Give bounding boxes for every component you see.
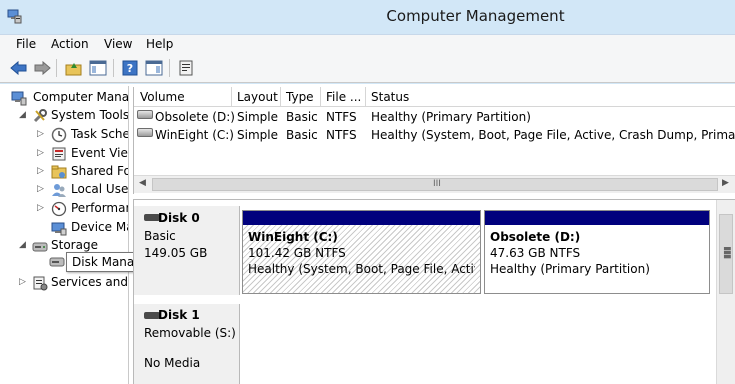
main-content: Computer Manag ◢ System Tools ▷ Task Sch…	[0, 84, 735, 384]
horizontal-scrollbar[interactable]: ◀ III ▶	[134, 175, 735, 193]
storage-icon	[32, 238, 48, 254]
users-icon	[51, 182, 67, 198]
forward-arrow-icon[interactable]	[32, 58, 52, 78]
help-icon[interactable]: ?	[120, 58, 140, 78]
performance-icon	[51, 201, 67, 217]
tree-item-system-tools[interactable]: ◢ System Tools	[5, 107, 128, 125]
volume-list: Volume Layout Type File ... Status Obsol…	[133, 87, 735, 194]
services-icon	[32, 275, 48, 291]
computer-icon	[11, 90, 27, 106]
collapsed-arrow-icon[interactable]: ▷	[19, 277, 29, 287]
column-layout[interactable]: Layout	[237, 90, 278, 104]
column-status[interactable]: Status	[371, 90, 409, 104]
disk-layout-area: Disk 0 Basic 149.05 GB WinEight (C:) 101…	[133, 199, 735, 384]
device-manager-icon	[51, 220, 67, 236]
partition-c[interactable]: WinEight (C:) 101.42 GB NTFS Healthy (Sy…	[242, 210, 481, 294]
collapsed-arrow-icon[interactable]: ▷	[37, 148, 47, 158]
disk-1-label[interactable]: Disk 1 Removable (S:) No Media	[134, 304, 240, 384]
clock-icon	[51, 127, 67, 143]
partition-bar	[485, 211, 709, 225]
volume-list-header: Volume Layout Type File ... Status	[134, 87, 735, 107]
table-row[interactable]: WinEight (C:) Simple Basic NTFS Healthy …	[134, 127, 735, 144]
column-type[interactable]: Type	[286, 90, 314, 104]
tree-item-task-scheduler[interactable]: ▷ Task Sche	[5, 126, 128, 144]
drive-icon	[137, 110, 153, 119]
menu-action[interactable]: Action	[51, 37, 89, 51]
back-arrow-icon[interactable]	[9, 58, 29, 78]
collapsed-arrow-icon[interactable]: ▷	[37, 129, 47, 139]
show-hide-action-pane-icon[interactable]	[144, 58, 164, 78]
collapsed-arrow-icon[interactable]: ▷	[37, 203, 47, 213]
tree-item-local-users[interactable]: ▷ Local User	[5, 181, 128, 199]
properties-icon[interactable]	[176, 58, 196, 78]
collapsed-arrow-icon[interactable]: ▷	[37, 184, 47, 194]
column-volume[interactable]: Volume	[140, 90, 185, 104]
svg-text:?: ?	[127, 62, 133, 75]
show-hide-tree-icon[interactable]	[88, 58, 108, 78]
tree-item-event-viewer[interactable]: ▷ Event View	[5, 145, 128, 163]
partition-bar	[243, 211, 480, 225]
tree-item-shared-folders[interactable]: ▷ Shared Fo	[5, 163, 128, 181]
shared-folder-icon	[51, 164, 67, 180]
disk-management-icon[interactable]	[49, 253, 65, 269]
navigation-tree: Computer Manag ◢ System Tools ▷ Task Sch…	[5, 86, 129, 384]
window-title: Computer Management	[386, 7, 565, 25]
table-row[interactable]: Obsolete (D:) Simple Basic NTFS Healthy …	[134, 109, 735, 126]
scrollbar-thumb[interactable]: ▬ ▬ ▬	[719, 214, 733, 294]
expanded-arrow-icon[interactable]: ◢	[19, 240, 29, 250]
menu-file[interactable]: File	[16, 37, 36, 51]
scrollbar-thumb[interactable]: III	[152, 178, 718, 191]
drive-icon	[137, 128, 153, 137]
menu-help[interactable]: Help	[146, 37, 173, 51]
tree-item-device-manager[interactable]: Device Ma	[5, 219, 128, 237]
title-bar[interactable]: Computer Management	[0, 0, 735, 34]
column-file-system[interactable]: File ...	[326, 90, 361, 104]
tree-item-services-and-applications[interactable]: ▷ Services and A	[5, 274, 128, 292]
vertical-scrollbar[interactable]: ▬ ▬ ▬	[716, 200, 735, 384]
tree-item-performance[interactable]: ▷ Performar	[5, 200, 128, 218]
partition-d[interactable]: Obsolete (D:) 47.63 GB NTFS Healthy (Pri…	[484, 210, 710, 294]
system-tools-icon	[32, 108, 48, 124]
expanded-arrow-icon[interactable]: ◢	[19, 110, 29, 120]
toolbar: ?	[0, 54, 735, 83]
menu-view[interactable]: View	[104, 37, 132, 51]
disk-0-label[interactable]: Disk 0 Basic 149.05 GB	[134, 206, 240, 295]
up-folder-icon[interactable]	[64, 58, 84, 78]
collapsed-arrow-icon[interactable]: ▷	[37, 166, 47, 176]
tree-item-computer-management[interactable]: Computer Manag	[5, 89, 128, 107]
event-viewer-icon	[51, 146, 67, 162]
scroll-right-icon[interactable]: ▶	[722, 178, 729, 188]
scroll-left-icon[interactable]: ◀	[139, 178, 146, 188]
menu-bar: File Action View Help	[0, 34, 735, 54]
